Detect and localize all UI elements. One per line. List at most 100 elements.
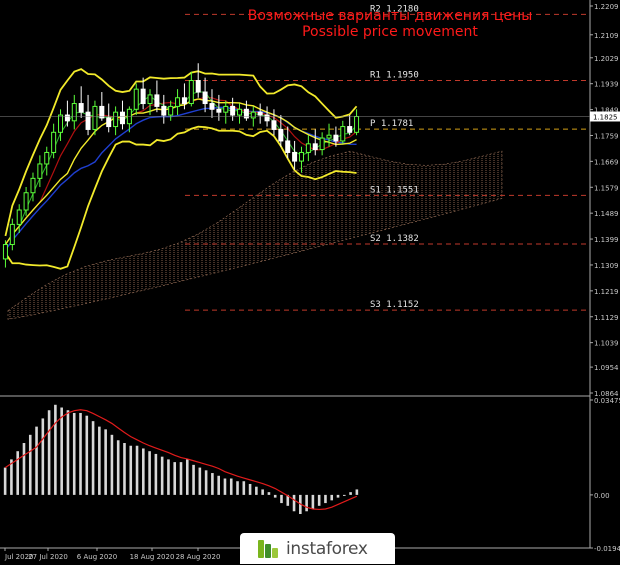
osc-bar [255, 486, 258, 495]
candle-body [264, 114, 270, 122]
candle-body [340, 126, 346, 142]
y-tick-label: 1.0954 [594, 364, 619, 372]
candle-body [223, 105, 229, 113]
x-tick-label: 27 Jul 2020 [28, 553, 68, 561]
osc-bar [135, 445, 139, 495]
y-tick-label: 1.1309 [594, 262, 619, 270]
candle-body [119, 111, 125, 125]
y-tick-label: 1.1759 [594, 132, 619, 140]
candle-body [216, 108, 222, 113]
osc-bar [292, 494, 296, 512]
osc-bar [22, 443, 26, 495]
osc-bar [54, 404, 57, 495]
candle-body [147, 94, 153, 105]
candle-body [161, 105, 167, 116]
chart-title-en: Possible price movement [302, 24, 478, 40]
osc-bar [129, 445, 133, 495]
osc-bar [160, 456, 164, 495]
osc-bar [179, 462, 183, 495]
osc-bar [242, 481, 246, 495]
osc-bar [305, 494, 308, 512]
y-tick-label: 1.1579 [594, 184, 619, 192]
candle-body [133, 88, 139, 110]
current-price-label: 1.1825 [593, 113, 618, 121]
osc-bar [47, 410, 51, 495]
candle-body [71, 103, 77, 122]
osc-bar [330, 494, 334, 501]
osc-bar [280, 494, 283, 504]
candle-body [51, 131, 57, 153]
osc-bar [35, 426, 38, 495]
candle-body [257, 111, 263, 116]
level-label-p: P 1.1781 [370, 119, 413, 129]
candle-body [154, 94, 160, 107]
level-label-r1: R1 1.1950 [370, 71, 419, 81]
osc-bar [16, 451, 20, 495]
candle-body [278, 128, 284, 142]
osc-tick-label: 0.00 [594, 492, 610, 500]
osc-bar [72, 412, 76, 495]
candle-body [30, 177, 36, 194]
instaforex-logo-icon [256, 537, 280, 561]
candle-body [64, 114, 70, 122]
osc-bar [110, 434, 114, 495]
osc-bar [223, 478, 227, 495]
instaforex-logo-text: instaforex [286, 538, 368, 559]
osc-bar [273, 494, 277, 498]
candle-body [298, 151, 304, 162]
osc-bar [173, 462, 177, 495]
candle-body [140, 88, 146, 105]
y-tick-label: 1.1219 [594, 288, 619, 296]
osc-bar [324, 494, 327, 504]
candle-body [285, 140, 291, 153]
osc-bar [116, 440, 120, 495]
candle-body [319, 137, 325, 151]
candle-body [250, 111, 256, 119]
osc-bar [204, 470, 208, 495]
osc-bar [192, 464, 195, 495]
x-tick-label: 28 Aug 2020 [176, 553, 221, 561]
candle-body [37, 163, 43, 179]
osc-bar [142, 448, 145, 495]
y-tick-label: 1.1939 [594, 81, 619, 89]
osc-bar [123, 443, 126, 495]
osc-bar [198, 467, 202, 495]
osc-bar [336, 494, 340, 498]
osc-tick-label: -0.01945 [594, 545, 620, 553]
candle-body [188, 80, 194, 105]
level-label-s1: S1 1.1551 [370, 185, 419, 195]
candle-body [78, 103, 84, 113]
candle-body [237, 108, 243, 116]
osc-bar [85, 415, 89, 495]
y-tick-label: 1.2109 [594, 32, 619, 40]
osc-bar [167, 459, 170, 495]
candle-body [326, 134, 332, 139]
y-tick-label: 1.1489 [594, 210, 619, 218]
osc-bar [236, 481, 239, 495]
osc-bar [154, 453, 158, 495]
osc-bar [28, 434, 32, 495]
candle-body [292, 151, 298, 162]
candle-body [2, 244, 8, 260]
candle-body [9, 223, 15, 246]
y-tick-label: 1.1669 [594, 158, 619, 166]
chart-title-ru: Возможные варианты движения цены [247, 8, 533, 24]
osc-bar [41, 418, 45, 495]
osc-bar [229, 478, 233, 495]
y-tick-label: 1.2029 [594, 55, 619, 63]
candle-body [230, 105, 236, 116]
osc-bar [91, 421, 95, 495]
candle-body [58, 114, 64, 133]
candle-body [168, 105, 174, 116]
candle-body [16, 209, 22, 225]
candle-body [23, 192, 29, 211]
candle-body [175, 97, 181, 107]
forex-chart: 1.22091.21091.20291.19391.18491.17591.16… [0, 0, 620, 564]
osc-bar [355, 489, 359, 495]
candle-body [181, 97, 187, 105]
level-label-s3: S3 1.1152 [370, 300, 419, 310]
osc-bar [317, 494, 321, 506]
candle-body [106, 117, 112, 128]
osc-bar [3, 467, 7, 495]
candle-body [44, 151, 50, 165]
